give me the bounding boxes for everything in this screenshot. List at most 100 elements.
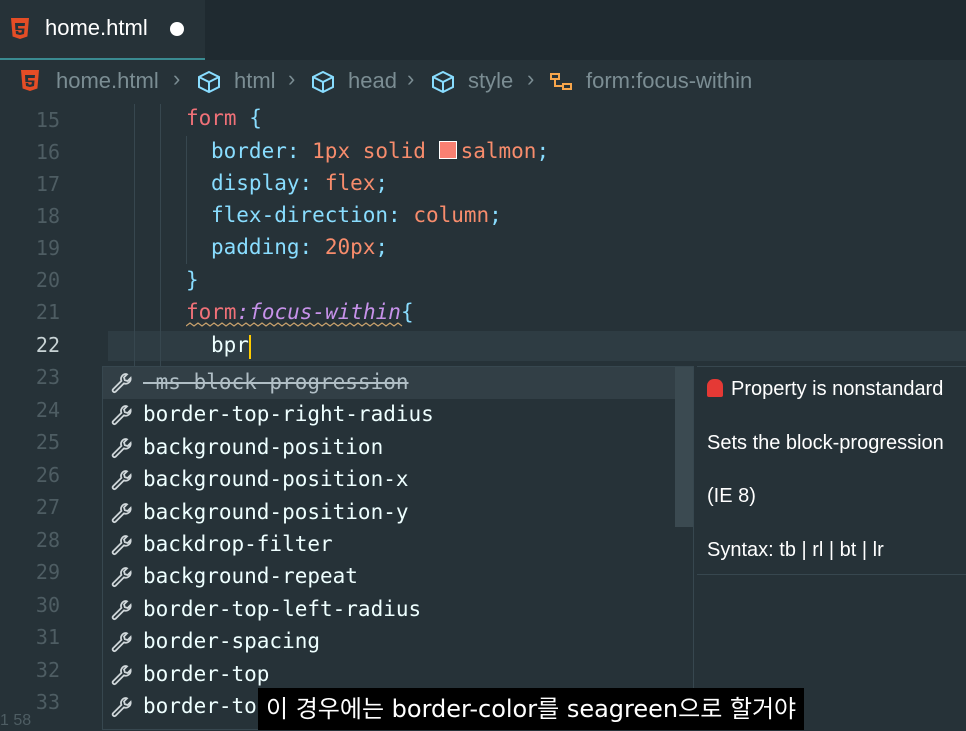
value-token: salmon [460, 139, 537, 163]
property-token: flex-direction [211, 203, 389, 227]
selector-token: form [186, 106, 237, 130]
breadcrumb-item-selector[interactable]: form:focus-within [586, 68, 752, 94]
code-line: flex-direction: column; [211, 203, 502, 227]
suggestion-label: border-top-right-radius [143, 402, 434, 427]
wrench-icon [109, 468, 135, 492]
line-number: 29 [35, 560, 60, 584]
suggestion-item[interactable]: background-position-y [103, 497, 677, 529]
suggestion-item[interactable]: border-top-right-radius [103, 399, 677, 431]
wrench-icon [109, 695, 135, 719]
line-number: 16 [35, 140, 60, 164]
punct-token: : [388, 203, 414, 227]
wrench-icon [109, 565, 135, 589]
html5-icon [10, 18, 30, 40]
tab-home-html[interactable]: home.html [0, 0, 205, 60]
punct-token: : [299, 235, 325, 259]
suggestion-label: background-position [143, 434, 384, 459]
wrench-icon [109, 598, 135, 622]
suggestion-item[interactable]: border-spacing [103, 626, 677, 658]
syntax-text: Syntax: tb | rl | bt | lr [707, 539, 884, 561]
code-line: bpr [211, 333, 249, 357]
code-line: display: flex; [211, 171, 388, 195]
line-number: 25 [35, 430, 60, 454]
line-number: 18 [35, 204, 60, 228]
tab-bar: home.html [0, 0, 966, 60]
unsaved-dot-icon[interactable] [170, 22, 184, 36]
wrench-icon [109, 663, 135, 687]
suggestion-item[interactable]: backdrop-filter [103, 529, 677, 561]
brace-token: { [400, 300, 414, 324]
suggestion-scrollbar[interactable] [675, 367, 693, 527]
suggestion-item[interactable]: background-repeat [103, 561, 677, 593]
punct-token: : [286, 139, 313, 163]
line-number: 31 [35, 625, 60, 649]
breadcrumb-item-head[interactable]: head [348, 68, 397, 94]
color-swatch[interactable] [438, 141, 457, 159]
description-text: Sets the block-progression [707, 432, 944, 454]
wrench-icon [109, 501, 135, 525]
line-number: 33 [35, 690, 60, 714]
line-number: 21 [35, 300, 60, 324]
wrench-icon [109, 533, 135, 557]
value-token: flex [324, 171, 376, 195]
punct-token: ; [375, 235, 389, 259]
pseudo-class-token: :focus-within [236, 300, 401, 324]
suggestion-label: backdrop-filter [143, 532, 333, 556]
punct-token: ; [536, 139, 550, 163]
html5-icon [20, 70, 40, 92]
code-line: form { [186, 106, 262, 130]
suggestion-label: background-repeat [143, 564, 358, 589]
selector-token: form [186, 300, 237, 324]
value-token: 20px [324, 235, 376, 259]
suggestion-item[interactable]: border-top [103, 659, 677, 691]
suggestion-item[interactable]: border-top-left-radius [103, 594, 677, 626]
suggestion-label: -ms-block-progression [143, 370, 409, 394]
suggestion-item[interactable]: -ms-block-progression [103, 367, 677, 399]
text-cursor [249, 335, 251, 359]
line-number: 23 [35, 365, 60, 389]
wrench-icon [109, 371, 135, 395]
cube-icon [310, 70, 336, 94]
wrench-icon [109, 403, 135, 427]
chevron-right-icon: › [173, 66, 181, 91]
value-token: column [413, 203, 490, 227]
warning-text: Property is nonstandard [731, 378, 944, 400]
suggestion-label: border-top [143, 661, 270, 686]
suggestion-details: Property is nonstandard Sets the block-p… [697, 366, 966, 574]
suggestion-item[interactable]: background-position-x [103, 464, 677, 496]
chevron-right-icon: › [527, 66, 535, 91]
wrench-icon [109, 436, 135, 460]
autocomplete-list[interactable]: -ms-block-progression border-top-right-ra… [102, 366, 694, 730]
property-token: padding [211, 235, 300, 259]
cube-icon [196, 70, 222, 94]
breadcrumb-item-style[interactable]: style [468, 68, 513, 94]
punct-token: : [299, 171, 325, 195]
line-number: 17 [35, 172, 60, 196]
brace-token: { [236, 106, 262, 130]
line-number: 32 [35, 658, 60, 682]
breadcrumb-item-file[interactable]: home.html [56, 68, 159, 94]
line-number: 19 [35, 236, 60, 260]
line-number: 26 [35, 463, 60, 487]
suggestion-label: background-position-y [143, 499, 409, 524]
suggestion-label: border-spacing [143, 629, 321, 654]
warning-squiggle [186, 322, 403, 327]
suggestion-label: background-position-x [143, 467, 409, 492]
indent-guide [186, 136, 187, 264]
line-number: 27 [35, 495, 60, 519]
suggestion-label: border-top-left-radius [143, 596, 422, 621]
punct-token: ; [375, 171, 389, 195]
line-number: 30 [35, 593, 60, 617]
suggestion-item[interactable]: background-position [103, 432, 677, 464]
breadcrumb-item-html[interactable]: html [234, 68, 276, 94]
cube-icon [430, 70, 456, 94]
punct-token: ; [489, 203, 502, 227]
video-subtitle: 이 경우에는 border-color를 seagreen으로 할거야 [258, 688, 805, 730]
code-line: } [186, 268, 199, 292]
suggestion-label: border-to [143, 694, 257, 718]
siren-icon [707, 379, 723, 397]
warning-row: Property is nonstandard [707, 378, 943, 401]
line-number: 15 [35, 108, 60, 132]
wrench-icon [109, 630, 135, 654]
property-token: display [211, 171, 300, 195]
